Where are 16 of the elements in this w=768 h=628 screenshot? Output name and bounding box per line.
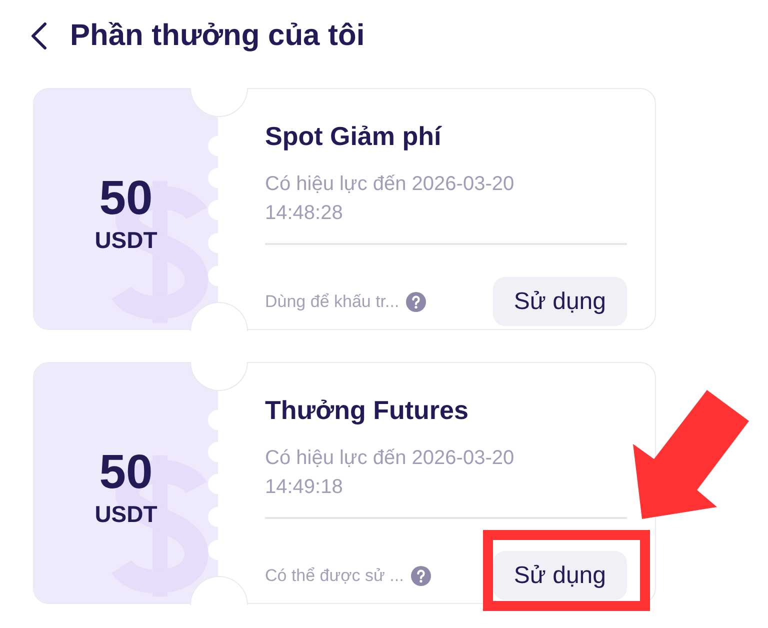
page-title: Phần thưởng của tôi	[70, 19, 365, 53]
coupon-amount: 50	[99, 446, 153, 500]
coupon-unit: USDT	[94, 500, 158, 528]
coupon-unit: USDT	[94, 226, 158, 254]
coupon-amount: 50	[99, 172, 153, 226]
coupon-validity: Có hiệu lực đến 2026-03-20 14:48:28	[265, 172, 516, 226]
use-button[interactable]: Sử dụng	[492, 551, 627, 600]
coupon-note: Dùng để khấu tr...	[265, 292, 400, 312]
help-icon[interactable]	[410, 566, 431, 586]
help-icon[interactable]	[406, 292, 426, 312]
coupon-note: Có thể được sử ...	[265, 566, 404, 586]
coupon-title: Spot Giảm phí	[265, 120, 443, 153]
back-icon[interactable]	[30, 22, 48, 50]
use-button[interactable]: Sử dụng	[492, 277, 627, 326]
coupon-title: Thưởng Futures	[265, 394, 470, 427]
coupon-validity: Có hiệu lực đến 2026-03-20 14:49:18	[265, 446, 516, 500]
